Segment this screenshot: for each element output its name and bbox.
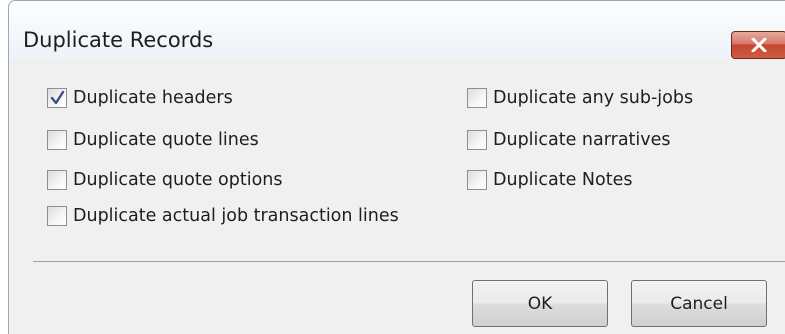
divider (33, 261, 785, 262)
checkbox-duplicate-narratives[interactable] (467, 130, 487, 150)
option-duplicate-actual-job-transaction-lines[interactable]: Duplicate actual job transaction lines (47, 201, 399, 231)
checkbox-duplicate-any-sub-jobs[interactable] (467, 88, 487, 108)
duplicate-records-dialog: Duplicate Records Duplicate headers Dupl… (8, 0, 785, 334)
option-label: Duplicate Notes (493, 170, 633, 190)
close-button[interactable] (731, 31, 785, 59)
option-duplicate-headers[interactable]: Duplicate headers (47, 83, 233, 113)
option-duplicate-notes[interactable]: Duplicate Notes (467, 165, 632, 195)
checkbox-duplicate-actual-job-transaction-lines[interactable] (47, 206, 67, 226)
checkbox-duplicate-quote-options[interactable] (47, 170, 67, 190)
checkbox-duplicate-headers[interactable] (47, 88, 67, 108)
dialog-title: Duplicate Records (23, 28, 214, 52)
option-duplicate-any-sub-jobs[interactable]: Duplicate any sub-jobs (467, 83, 693, 113)
option-duplicate-quote-options[interactable]: Duplicate quote options (47, 165, 283, 195)
option-label: Duplicate actual job transaction lines (73, 206, 399, 226)
checkbox-duplicate-quote-lines[interactable] (47, 130, 67, 150)
title-bar[interactable]: Duplicate Records (9, 1, 785, 59)
checkmark-icon (50, 90, 65, 105)
close-icon (751, 38, 767, 52)
option-label: Duplicate quote options (73, 170, 283, 190)
cancel-button[interactable]: Cancel (631, 280, 767, 327)
option-label: Duplicate any sub-jobs (493, 88, 694, 108)
option-duplicate-narratives[interactable]: Duplicate narratives (467, 125, 671, 155)
option-label: Duplicate narratives (493, 130, 671, 150)
option-label: Duplicate quote lines (73, 130, 259, 150)
checkbox-duplicate-notes[interactable] (467, 170, 487, 190)
ok-button[interactable]: OK (472, 280, 608, 327)
dialog-content: Duplicate headers Duplicate quote lines … (9, 59, 785, 334)
option-label: Duplicate headers (73, 88, 233, 108)
option-duplicate-quote-lines[interactable]: Duplicate quote lines (47, 125, 259, 155)
